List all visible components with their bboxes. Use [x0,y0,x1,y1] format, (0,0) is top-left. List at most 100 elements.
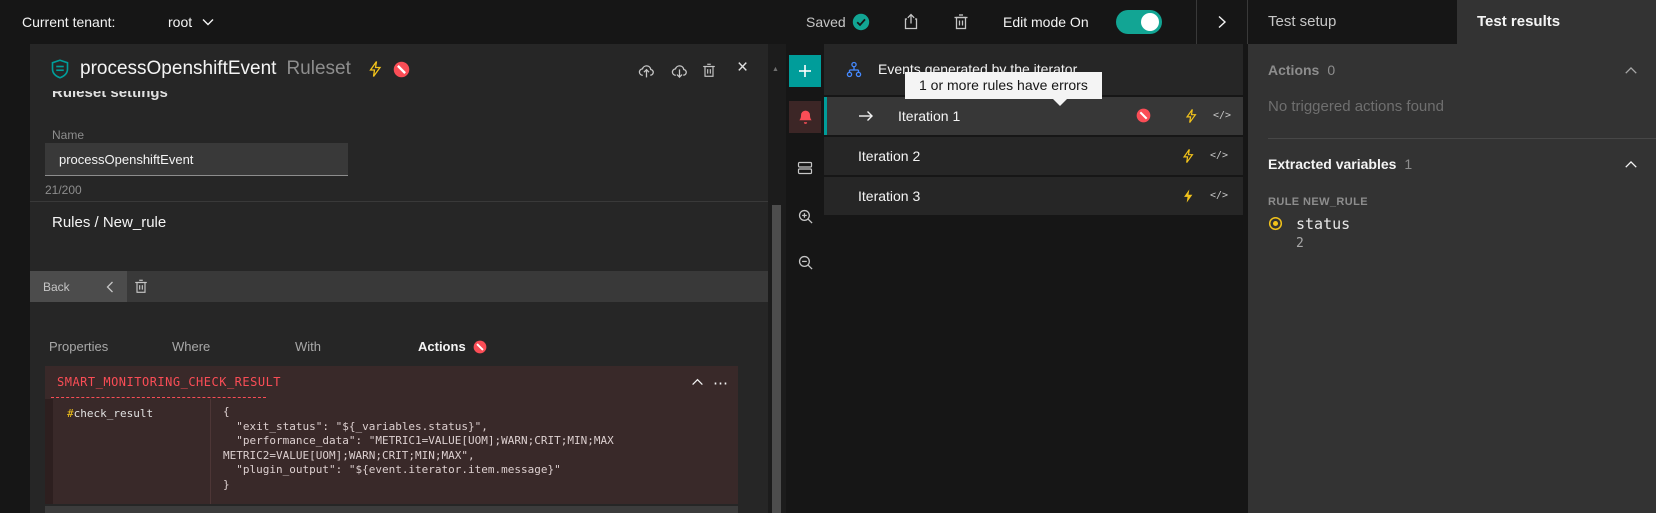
ruleset-title: processOpenshiftEvent [80,58,276,80]
zoom-out-icon [797,254,814,271]
tab-test-setup[interactable]: Test setup [1268,0,1336,44]
top-bar: Current tenant: root Saved Edit mode On [0,0,1656,44]
lightning-outline-icon [1181,148,1195,164]
cloud-upload-icon[interactable] [638,62,655,79]
plus-icon [797,63,813,79]
name-input[interactable] [45,143,348,176]
error-underline [51,397,266,398]
toggle-knob [1141,13,1159,31]
events-panel: Events generated by the iterator Iterati… [824,44,1243,513]
tab-test-results[interactable]: Test results [1457,0,1656,48]
error-slash-icon [393,61,410,78]
current-iteration-arrow-icon [857,108,875,124]
scroll-up-icon[interactable]: ▲ [772,66,779,73]
zoom-out-button[interactable] [789,246,821,278]
ruleset-editor-panel: processOpenshiftEvent Ruleset [30,44,768,513]
iteration-row-1[interactable]: Iteration 1 </> [824,97,1243,135]
section-divider [30,201,768,202]
lightning-outline-icon [1184,108,1198,124]
actions-count: 0 [1327,62,1335,78]
action-block-header: SMART_MONITORING_CHECK_RESULT ⋯ [45,366,738,399]
collapse-block-icon[interactable] [691,376,704,389]
iteration-error-icon [1136,108,1151,123]
chevron-down-icon [202,18,214,26]
iteration-label: Iteration 3 [858,177,920,215]
add-button[interactable] [789,55,821,87]
action-block: SMART_MONITORING_CHECK_RESULT ⋯ #check_r… [45,366,738,504]
tab-with[interactable]: With [291,332,412,370]
actions-empty-message: No triggered actions found [1268,98,1444,115]
variable-radio-icon [1268,216,1283,231]
notifications-button[interactable] [789,101,821,133]
tab-actions[interactable]: Actions [414,332,535,370]
delete-rule-icon[interactable] [133,278,149,295]
variable-name: status [1296,215,1350,233]
code-gutter [45,399,53,504]
action-block-title: SMART_MONITORING_CHECK_RESULT [57,366,281,399]
trash-icon-topbar[interactable] [952,13,970,31]
back-button[interactable]: Back [30,271,127,302]
char-counter: 21/200 [45,183,82,197]
results-divider [1268,138,1656,139]
topbar-divider-2 [1247,0,1248,44]
overflow-menu-icon[interactable]: ⋯ [713,367,728,400]
iteration-row-2[interactable]: Iteration 2 </> [824,137,1243,175]
tab-error-badge-icon [473,340,487,354]
rule-toolbar: Back [30,271,768,302]
bell-icon [797,109,814,126]
zoom-in-icon [797,208,814,225]
export-icon[interactable] [902,13,920,31]
variables-count: 1 [1404,156,1412,172]
test-results-label: Test results [1477,13,1560,30]
close-icon[interactable]: × [737,57,748,79]
tab-properties[interactable]: Properties [45,332,166,370]
error-tooltip: 1 or more rules have errors [905,72,1102,99]
breadcrumb: Rules / New_rule [52,214,166,231]
chevron-right-icon [1217,15,1227,29]
iteration-label: Iteration 2 [858,137,920,175]
zoom-in-button[interactable] [789,200,821,232]
iteration-label: Iteration 1 [898,97,960,135]
trash-icon-panel[interactable] [701,62,717,79]
collapse-actions-icon[interactable] [1624,64,1638,78]
tenant-value: root [168,0,192,44]
ruleset-type-label: Ruleset [286,58,350,80]
rule-name-label: RULE NEW_RULE [1268,196,1368,208]
view-code-icon[interactable]: </> [1213,97,1231,135]
variable-value: 2 [1296,236,1304,251]
iteration-row-3[interactable]: Iteration 3 </> [824,177,1243,215]
iterator-icon [845,61,863,79]
rule-tabs: Properties Where With Actions [45,332,535,370]
rows-view-button[interactable] [789,152,821,184]
variables-section-header[interactable]: Extracted variables1 [1268,156,1412,172]
app-root: Current tenant: root Saved Edit mode On [0,0,1656,513]
edit-mode-label: Edit mode On [1003,0,1089,44]
next-row-strip [45,506,738,513]
action-block-body: #check_result { "exit_status": "${_varia… [45,399,738,504]
view-code-icon[interactable]: </> [1210,137,1228,175]
view-code-icon[interactable]: </> [1210,177,1228,215]
action-value-cell[interactable]: { "exit_status": "${_variables.status}",… [210,399,738,504]
ruleset-header: processOpenshiftEvent Ruleset [50,58,410,80]
cloud-download-icon[interactable] [671,62,688,79]
action-key: #check_result [53,399,210,504]
scrollbar-thumb[interactable] [772,205,781,513]
saved-status-label: Saved [806,0,846,44]
lightning-outline-icon [367,60,383,78]
back-button-label: Back [43,280,70,294]
edit-mode-toggle[interactable] [1116,10,1162,34]
collapse-panel-button[interactable] [1197,0,1247,44]
tenant-dropdown[interactable]: root [168,0,214,44]
canvas-toolbar [786,44,824,513]
tab-where[interactable]: Where [168,332,289,370]
action-code: { "exit_status": "${_variables.status}",… [223,405,728,493]
rows-icon [797,160,813,176]
test-results-panel: Actions0 No triggered actions found Extr… [1248,44,1656,513]
name-field-label: Name [52,128,84,142]
actions-section-header[interactable]: Actions0 [1268,62,1335,78]
collapse-variables-icon[interactable] [1624,158,1638,172]
panel-scrollbar[interactable]: ▲ [768,44,786,513]
lightning-filled-icon [1181,188,1195,204]
chevron-left-icon [106,281,114,293]
saved-check-icon [852,13,870,31]
